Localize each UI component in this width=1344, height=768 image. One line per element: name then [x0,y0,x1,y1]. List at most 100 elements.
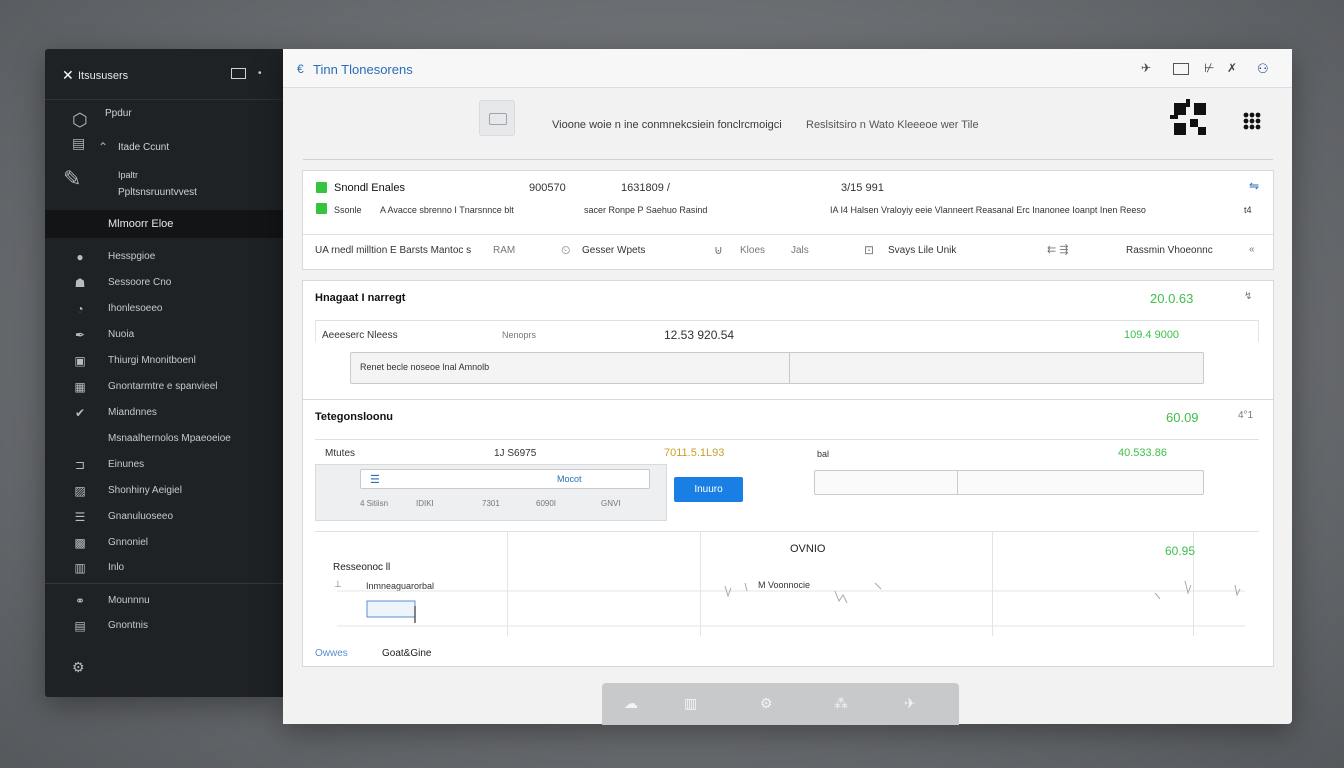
section1-input-bar[interactable]: Renet becle noseoe lnal Amnolb [350,352,1204,384]
sidebar-item-3[interactable]: ◔ Ihonlesoeeo [45,300,283,320]
collapse-icon[interactable]: « [1249,244,1255,255]
summary-row3-c3: Gesser Wpets [582,245,646,256]
summary-row2-c1: A Avacce sbrenno I Tnarsnnce blt [380,205,514,215]
action-button[interactable]: Inuuro [674,477,743,502]
sidebar-item-9[interactable]: ⊐ Einunes [45,456,283,476]
box-icon: ▣ [74,354,86,368]
sidebar-item-7[interactable]: ✔ Miandnnes [45,404,283,424]
topbar: € Tinn Tlonesorens ✈ ⊬ ✗ ⚇ [283,49,1292,88]
plane-icon[interactable]: ✈ [904,695,916,712]
sidebar-item-8[interactable]: Msnaalhernolos Mpaeoeioe [45,430,283,450]
section2-row-gold: 7011.5.1L93 [664,447,725,459]
link-icon: ⚭ [74,594,86,608]
calendar-icon: ▤ [74,619,86,633]
section1-row-label2: Nenoprs [502,330,537,340]
card-icon: ● [76,250,84,264]
divider [303,399,1273,400]
sidebar-item-4[interactable]: ✒ Nuoia [45,326,283,346]
window-icon[interactable] [1173,63,1189,75]
sidebar-item-active[interactable]: Mlmoorr Eloe [45,210,283,238]
back-icon[interactable]: € [297,62,304,76]
pencil-icon: ✎ [63,166,82,191]
sidebar: ✕ Itsususers • ⬡ Ppdur ▤ ⌃ Itade Ccunt ✎… [45,49,283,697]
summary-row3-c6: Svays Lile Unik [888,245,957,256]
header-text-right: Reslsitsiro n Wato Kleeeoe wer Tile [806,119,979,131]
summary-row2-c3: IA I4 Halsen Vraloyiy eeie Vlanneert Rea… [830,205,1146,215]
section2-tab-label: Mocot [557,474,582,484]
clock-icon: ⏲ [561,243,571,257]
grid-dots-icon[interactable] [1243,112,1261,130]
sidebar-title: Itsususers [78,70,129,82]
users-icon[interactable]: ⚇ [1257,61,1269,77]
sidebar-item-10[interactable]: ▨ Shonhiny Aeigiel [45,482,283,502]
bars-icon[interactable]: ▥ [684,695,697,712]
sidebar-item-6[interactable]: ▦ Gnontarmtre e spanvieel [45,378,283,398]
sidebar-footer-item-2[interactable]: ▤ Gnontnis [45,617,283,637]
divider [303,234,1273,235]
divider [1258,320,1259,342]
close-icon[interactable]: ✕ [62,67,74,84]
profile-line-1: Ppdur [105,108,132,119]
list-icon: ☰ [370,474,380,486]
divider [315,320,316,342]
gear-icon[interactable]: ⚙ [760,695,773,712]
summary-label: Snondl Enales [334,182,405,194]
qr-code-icon[interactable] [1170,99,1210,139]
section2-icon-text[interactable]: 4°1 [1238,410,1253,421]
logo-icon [479,100,515,136]
table-icon: ▥ [74,561,86,575]
tray-icon: ⊐ [74,458,86,472]
filter-icon[interactable]: ⊬ [1204,61,1214,75]
sidebar-item-1[interactable]: ● Hesspgioe [45,248,283,268]
dock-bar: ☁ ▥ ⚙ ⁂ ✈ [602,683,959,725]
dots-icon[interactable]: ⁂ [834,695,848,712]
arrows-icon[interactable]: ⇇ ⇶ [1047,243,1069,256]
section1-row-label: Aeeeserc Nleess [322,330,398,341]
profile-line-3: Ipaltr [118,170,139,180]
chevron-up-icon[interactable]: ⌃ [98,140,108,154]
sidebar-item-13[interactable]: ▥ Inlo [45,559,283,579]
section2-input[interactable] [814,470,1204,495]
settings-icon[interactable]: ⚙ [72,659,85,676]
sub-col-2: IDIKI [416,499,434,508]
image-icon: ▨ [74,484,86,498]
document-icon: ▤ [72,135,86,151]
sync-icon[interactable]: ⇋ [1249,179,1259,193]
divider [315,531,1259,532]
list-icon: ☰ [74,510,86,524]
expand-icon[interactable]: ↯ [1244,291,1252,302]
sub-col-4: 6090I [536,499,557,508]
airplane-icon[interactable]: ✈ [1141,61,1151,75]
sidebar-item-5[interactable]: ▣ Thiurgi Mnonitboenl [45,352,283,372]
footer-right-text: Goat&Gine [382,648,432,659]
sidebar-divider [45,583,283,584]
sub-col-1: 4 Sitiisn [360,499,389,508]
window-title: Tinn Tlonesorens [313,62,413,77]
sidebar-item-2[interactable]: ☗ Sessoore Cno [45,274,283,294]
close-x-icon[interactable]: ✗ [1227,61,1237,75]
summary-value-2: 1631809 / [621,182,670,194]
section2-row-green: 40.533.86 [1118,447,1167,459]
sub-col-5: GNVI [601,499,621,508]
box-icon: ▩ [74,536,86,550]
section1-row-green: 109.4 9000 [1124,329,1180,341]
sidebar-footer-item-1[interactable]: ⚭ Mounnnu [45,592,283,612]
summary-row3-c1: UA rnedl milltion E Barsts Mantoc s [315,245,472,256]
section2-subpanel: ☰ Mocot 4 Sitiisn IDIKI 7301 6090I GNVI [315,464,667,521]
cloud-icon[interactable]: ☁ [624,695,638,712]
section2-row-label: Mtutes [325,448,356,459]
chart-sparklines [337,580,1245,627]
header-text-left: Vioone woie n ine conmnekcsiein fonclrcm… [552,119,782,131]
section2-value: 60.09 [1166,410,1199,425]
section2-title: Tetegonsloonu [315,411,394,423]
sidebar-item-11[interactable]: ☰ Gnanuluoseeo [45,508,283,528]
chart-label: OVNIO [790,543,826,555]
section2-tab[interactable]: ☰ Mocot [360,469,650,489]
more-icon[interactable]: • [258,68,262,79]
summary-row3-c4: Kloes [740,245,766,256]
status-green-icon [316,203,327,214]
sidebar-item-12[interactable]: ▩ Gnnoniel [45,534,283,554]
footer-left-link[interactable]: Owwes [315,648,348,659]
window-icon[interactable] [231,68,246,79]
section1-bar-text: Renet becle noseoe lnal Amnolb [360,362,490,372]
